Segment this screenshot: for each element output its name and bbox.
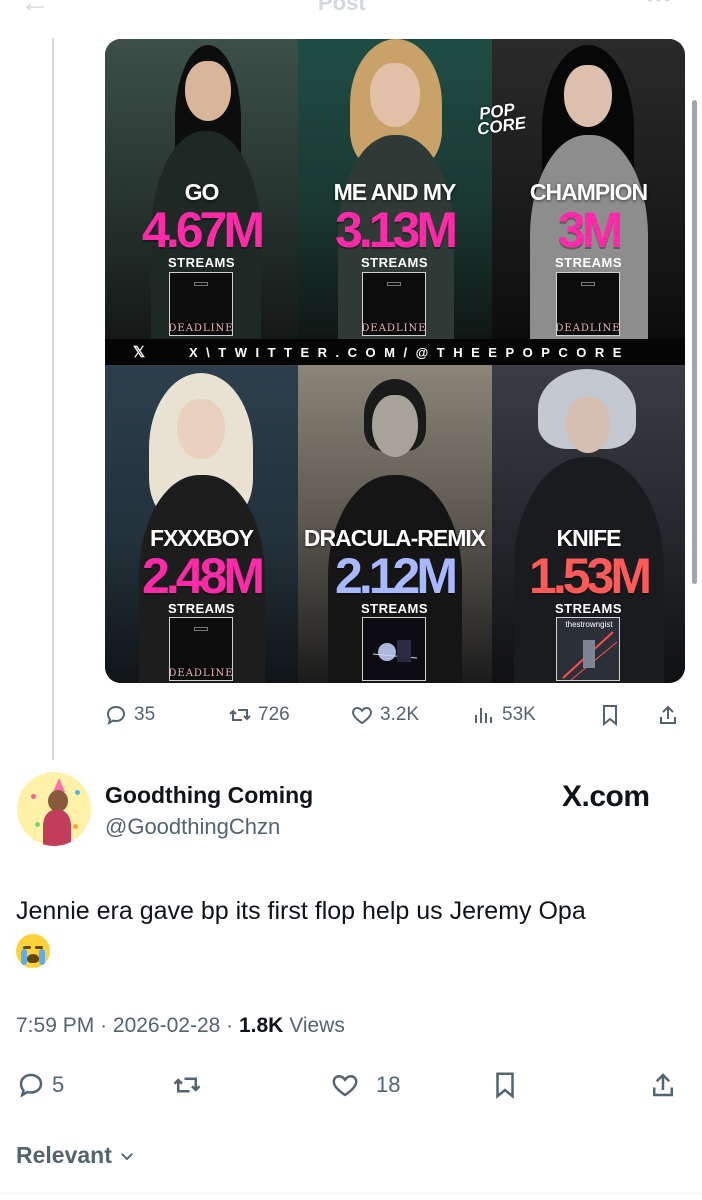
share-icon [660,705,676,724]
post-views-label: Views [289,1014,345,1037]
source-banner: 𝕏 X\TWITTER.COM/@THEEPOPCORE [105,339,685,365]
top-bar: ← Post ••• [0,0,702,22]
repost-icon [229,709,251,721]
views-button[interactable]: 53K [472,700,536,730]
streams-label: STREAMS [167,255,236,270]
display-name[interactable]: Goodthing Coming [105,782,313,809]
post-text: Jennie era gave bp its first flop help u… [16,897,586,925]
popcore-watermark: POP CORE [475,99,528,139]
heart-icon [352,706,372,725]
media-tile-dracula-remix: DRACULA-REMIX 2.12M STREAMS [298,365,492,683]
page-title: Post [318,0,366,15]
reply-icon [106,705,126,726]
share-button[interactable] [648,1070,678,1100]
post-views-count: 1.8K [238,1014,284,1037]
thread-line [52,38,54,760]
album-title: DEADLINE [555,323,621,334]
album-title: DEADLINE [168,323,234,334]
stream-count: 4.67M [142,202,265,258]
post-actions: 5 18 [16,1070,688,1104]
reply-button[interactable]: 5 [16,1070,64,1100]
streams-label: STREAMS [554,601,623,616]
source-logo: X.com [562,780,650,813]
more-options-icon[interactable]: ••• [646,0,672,12]
post-date[interactable]: 2026-02-28 [113,1014,220,1037]
quoted-post-actions: 35 726 3.2K 53K [104,700,688,730]
repost-icon [173,1077,201,1093]
sort-label: Relevant [16,1142,112,1168]
like-count: 18 [376,1072,401,1097]
scrollbar[interactable] [692,100,697,584]
stream-count: 1.53M [529,548,652,604]
sort-replies-dropdown[interactable]: Relevant [16,1142,136,1169]
stream-count: 2.48M [142,548,265,604]
post-time[interactable]: 7:59 PM [16,1014,94,1037]
share-icon [653,1073,673,1097]
username[interactable]: @GoodthingChzn [105,814,280,840]
reply-button[interactable]: 35 [104,700,155,730]
like-button[interactable]: 3.2K [350,700,419,730]
avatar[interactable] [17,772,91,846]
like-button[interactable]: 18 [330,1070,400,1100]
album-cover [362,617,426,681]
reply-count: 5 [52,1072,65,1097]
reply-icon [19,1073,43,1098]
share-button[interactable] [656,700,680,730]
x-logo-icon: 𝕏 [133,344,146,361]
media-tile-champion: CHAMPION 3M STREAMS DEADLINE [492,39,685,339]
repost-button[interactable]: 726 [228,700,290,730]
stream-count: 3M [557,202,623,258]
streams-label: STREAMS [167,601,236,616]
repost-count: 726 [258,704,290,725]
media-tile-go: GO 4.67M STREAMS DEADLINE [105,39,298,339]
bookmark-icon [496,1072,514,1099]
stream-count: 3.13M [335,202,458,258]
post-meta: 7:59 PM · 2026-02-28 · 1.8K Views [16,1014,345,1037]
post-media-image[interactable]: GO 4.67M STREAMS DEADLINE ME AND MY 3.13… [105,39,685,683]
stream-count: 2.12M [335,548,458,604]
streams-label: STREAMS [554,255,623,270]
analytics-icon [475,708,492,723]
media-tile-me-and-my: ME AND MY 3.13M STREAMS DEADLINE [298,39,492,339]
chevron-down-icon [120,1152,133,1160]
bookmark-button[interactable] [490,1070,520,1100]
streams-label: STREAMS [360,601,429,616]
streams-label: STREAMS [360,255,429,270]
album-cover: thestrowngist [556,617,620,681]
repost-button[interactable] [172,1070,208,1100]
like-count: 3.2K [380,704,420,725]
album-title: DEADLINE [361,323,427,334]
bookmark-icon [603,705,617,727]
media-tile-knife: KNIFE 1.53M STREAMS thestrowngist [492,365,685,683]
views-count: 53K [502,704,536,725]
heart-icon [332,1074,358,1097]
reply-count: 35 [134,704,156,725]
divider [0,1193,702,1194]
album-title: DEADLINE [168,668,234,679]
back-arrow-icon[interactable]: ← [20,0,50,20]
banner-handle: X\TWITTER.COM/@THEEPOPCORE [189,345,630,360]
bookmark-button[interactable] [598,700,622,730]
media-tile-fxxxboy: FXXXBOY 2.48M STREAMS DEADLINE [105,365,298,683]
loudly-crying-face-icon [16,934,50,968]
